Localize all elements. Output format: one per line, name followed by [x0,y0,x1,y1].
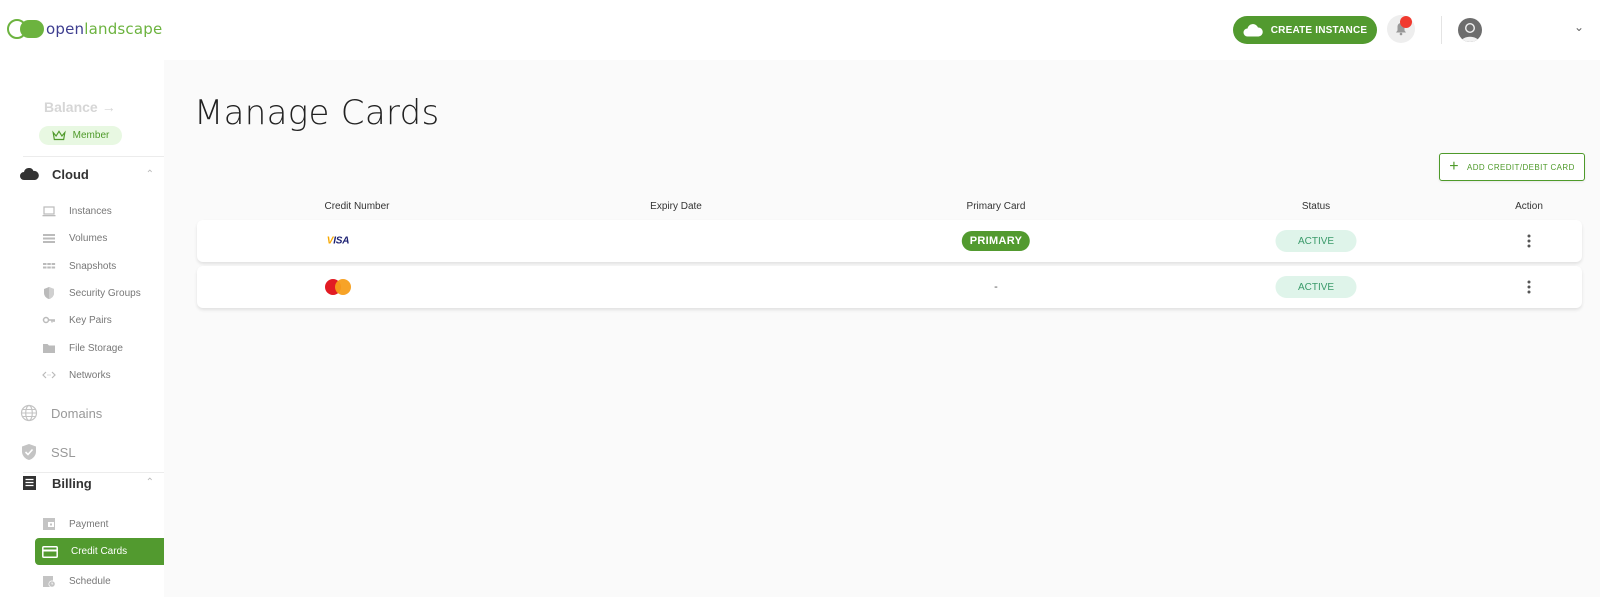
sidebar-item-credit-cards[interactable]: Credit Cards [35,538,164,565]
column-header-expiry-date: Expiry Date [650,201,702,212]
sidebar-item-label: Schedule [69,575,111,587]
column-header-action: Action [1515,201,1543,212]
sidebar-group-label: Cloud [52,167,89,182]
member-label: Member [72,130,110,141]
sidebar-divider [23,472,164,473]
member-badge: Member [39,126,122,145]
shield-check-icon [22,444,36,460]
sidebar-item-label: Domains [51,405,103,421]
crown-icon [51,129,66,140]
chevron-up-icon[interactable]: ⌃ [146,477,154,488]
logo-text-landscape: landscape [84,20,163,38]
sidebar-group-label: Billing [52,475,92,491]
laptop-icon [42,206,56,217]
cloud-icon [1243,23,1263,36]
arrow-right-icon: → [101,99,116,115]
chevron-down-icon[interactable]: ⌄ [1574,20,1584,34]
sidebar-divider [23,156,164,157]
add-card-button[interactable]: + ADD CREDIT/DEBIT CARD [1439,153,1585,181]
sidebar-item-label: Credit Cards [71,546,128,557]
sidebar-item-label: Volumes [69,232,108,244]
avatar[interactable] [1458,18,1482,42]
chevron-up-icon[interactable]: ⌃ [146,169,154,180]
logo[interactable]: openlandscape [6,18,162,40]
create-instance-label: CREATE INSTANCE [1270,24,1368,36]
globe-icon [20,404,38,422]
topbar [164,0,1600,60]
sidebar-item-label: Instances [69,205,112,217]
receipt-icon [23,476,36,490]
sidebar-item-payment[interactable]: Payment [42,514,108,534]
code-icon [42,371,56,379]
sidebar-item-label: SSL [51,444,76,460]
user-icon [1461,23,1479,42]
logo-mark-icon [7,19,44,39]
column-header-credit-number: Credit Number [324,201,390,212]
status-badge: ACTIVE [1275,276,1357,298]
more-vertical-icon[interactable] [1524,279,1535,296]
primary-cell: - [994,281,998,293]
sidebar-item-label: Payment [69,518,109,530]
column-header-primary-card: Primary Card [966,201,1026,212]
logo-text-open: open [46,20,85,38]
sidebar-item-instances[interactable]: Instances [42,201,112,221]
sidebar-item-label: File Storage [69,342,123,354]
visa-logo-icon: VISA [326,235,350,247]
primary-badge: PRIMARY [961,231,1031,251]
table-row: - ACTIVE [197,266,1582,308]
add-card-label: ADD CREDIT/DEBIT CARD [1466,162,1575,172]
sidebar-item-snapshots[interactable]: Snapshots [42,256,116,276]
sidebar-item-schedule[interactable]: Schedule [42,571,111,591]
sidebar-item-security-groups[interactable]: Security Groups [42,283,141,303]
volumes-icon [43,234,55,243]
sidebar-item-volumes[interactable]: Volumes [42,228,107,248]
logo-text: openlandscape [46,20,162,38]
cloud-icon [20,168,39,180]
more-vertical-icon[interactable] [1524,233,1535,250]
sidebar-group-cloud[interactable]: Cloud ⌃ [20,167,154,182]
sidebar-item-label: Networks [69,369,111,381]
sidebar-item-label: Snapshots [69,260,117,272]
key-icon [42,316,55,324]
folder-icon [43,344,55,353]
notification-dot [1400,16,1412,28]
sidebar-item-label: Security Groups [69,287,141,299]
snapshots-icon [43,263,56,269]
table-row: VISA PRIMARY ACTIVE [197,220,1582,262]
mastercard-logo-icon [325,279,351,295]
shield-icon [44,287,54,299]
wallet-icon [43,518,55,530]
topbar-divider [1441,16,1442,44]
sidebar-item-domains[interactable]: Domains [20,404,102,422]
page-title: Manage Cards [194,93,440,133]
balance-link[interactable]: Balance → [44,99,116,115]
sidebar-group-billing[interactable]: Billing ⌃ [20,475,154,491]
sidebar-item-label: Key Pairs [69,314,112,326]
credit-card-icon [42,545,58,558]
sidebar-item-file-storage[interactable]: File Storage [42,338,123,358]
schedule-icon [43,576,56,588]
column-header-status: Status [1301,201,1331,212]
create-instance-button[interactable]: CREATE INSTANCE [1233,16,1377,44]
sidebar: openlandscape Balance → Member Cloud ⌃ I… [0,0,164,597]
balance-label: Balance [44,99,98,115]
sidebar-item-ssl[interactable]: SSL [20,443,76,461]
sidebar-item-networks[interactable]: Networks [42,365,111,385]
status-badge: ACTIVE [1275,230,1357,252]
plus-icon: + [1449,158,1459,175]
sidebar-item-key-pairs[interactable]: Key Pairs [42,310,112,330]
